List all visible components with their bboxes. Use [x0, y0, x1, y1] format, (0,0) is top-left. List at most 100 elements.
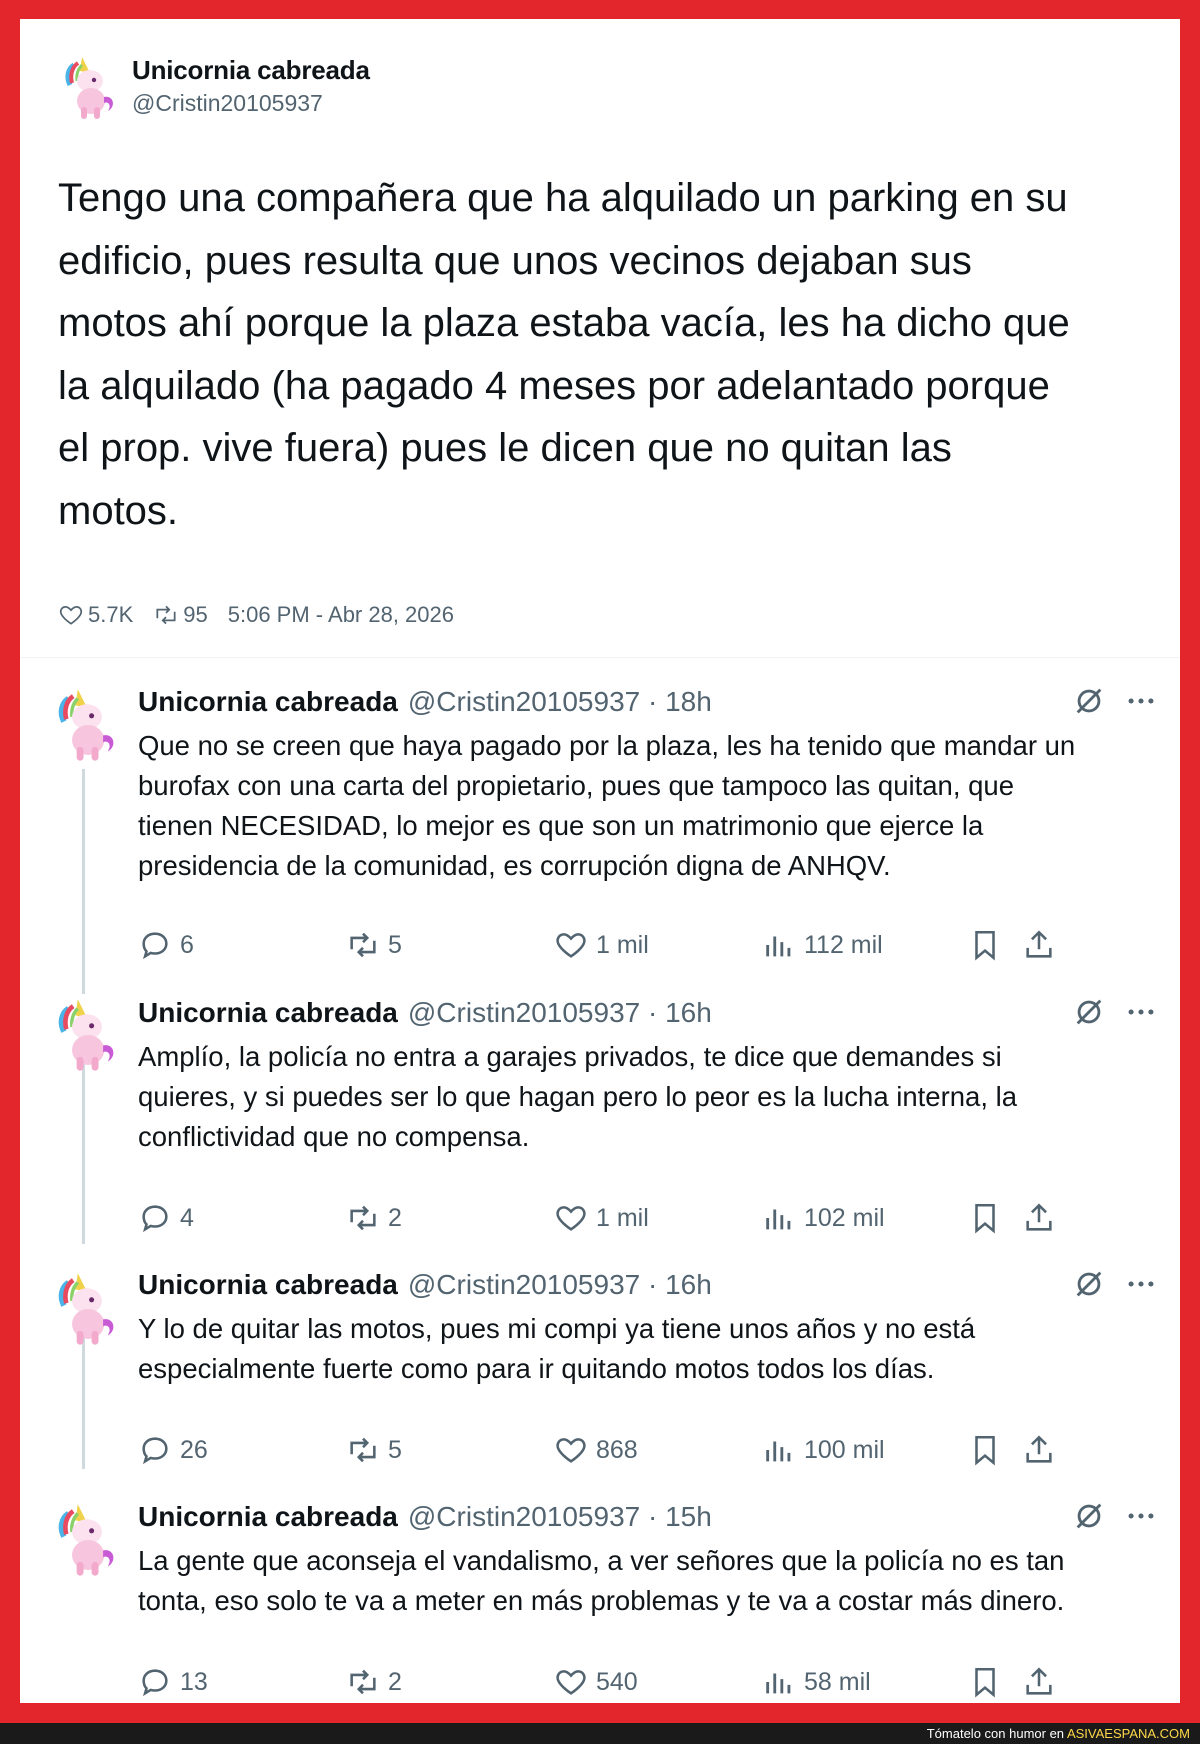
main-tweet-line: el prop. vive fuera) pues le dicen que n…	[58, 426, 952, 470]
more-options-icon[interactable]	[1124, 1267, 1158, 1301]
reply-line: Y lo de quitar las motos, pues mi compi …	[138, 1313, 976, 1344]
share-button[interactable]	[1022, 1433, 1064, 1467]
heart-icon	[556, 1206, 586, 1231]
user-avatar[interactable]	[52, 1502, 122, 1578]
reply-line: conflictividad que no compensa.	[138, 1121, 530, 1152]
share-button[interactable]	[1022, 928, 1064, 962]
reply-line: especialmente fuerte como para ir quitan…	[138, 1353, 935, 1384]
retweet-icon	[156, 605, 176, 625]
retweet-button[interactable]: 5	[346, 928, 402, 962]
share-icon	[1026, 1667, 1052, 1695]
retweet-stat[interactable]: 95	[153, 602, 208, 628]
retweet-icon	[350, 1669, 376, 1695]
main-tweet-line: edificio, pues resulta que unos vecinos …	[58, 238, 972, 283]
reply-button[interactable]: 4	[138, 1201, 194, 1235]
views-count: 58 mil	[804, 1667, 871, 1696]
reply-line: burofax con una carta del propietario, p…	[138, 770, 1014, 801]
views-count: 100 mil	[804, 1435, 885, 1464]
retweet-icon	[350, 1437, 376, 1463]
reply-button[interactable]: 26	[138, 1433, 208, 1467]
user-avatar[interactable]	[60, 55, 120, 121]
reply-author-name[interactable]: Unicornia cabreada	[138, 686, 398, 718]
divider	[20, 657, 1180, 658]
retweet-icon	[350, 1205, 376, 1231]
views-button[interactable]: 58 mil	[762, 1665, 871, 1699]
reply-actions: 26 5 868 100 mil	[138, 1433, 1178, 1473]
views-icon	[766, 1673, 791, 1694]
like-button[interactable]: 868	[554, 1433, 638, 1467]
grok-icon[interactable]	[1072, 1499, 1106, 1533]
reply-handle-time[interactable]: @Cristin20105937 · 16h	[408, 997, 712, 1029]
retweet-icon	[350, 932, 376, 958]
heart-icon	[556, 1438, 586, 1463]
reply-line: Que no se creen que haya pagado por la p…	[138, 730, 1076, 761]
thread-connector	[82, 1064, 85, 1244]
main-author-name[interactable]: Unicornia cabreada	[132, 55, 370, 86]
comment-icon	[142, 1669, 168, 1697]
share-icon	[1026, 930, 1052, 958]
like-stat[interactable]: 5.7K	[58, 602, 133, 628]
grok-icon[interactable]	[1072, 995, 1106, 1029]
retweet-button[interactable]: 2	[346, 1201, 402, 1235]
like-button[interactable]: 540	[554, 1665, 638, 1699]
reply-line: presidencia de la comunidad, es corrupci…	[138, 850, 891, 881]
reply-actions: 4 2 1 mil 102 mil	[138, 1201, 1178, 1241]
reply-actions: 6 5 1 mil 112 mil	[138, 928, 1178, 968]
user-avatar[interactable]	[52, 687, 122, 763]
retweet-button[interactable]: 5	[346, 1433, 402, 1467]
like-button[interactable]: 1 mil	[554, 1201, 649, 1235]
share-button[interactable]	[1022, 1201, 1064, 1235]
share-button[interactable]	[1022, 1665, 1064, 1699]
retweet-button[interactable]: 2	[346, 1665, 402, 1699]
reply-text: Y lo de quitar las motos, pues mi compi …	[138, 1309, 1168, 1389]
grok-icon[interactable]	[1072, 1267, 1106, 1301]
user-avatar[interactable]	[52, 997, 122, 1073]
main-tweet-line: motos ahí porque la plaza estaba vacía, …	[58, 301, 1070, 345]
grok-icon[interactable]	[1072, 684, 1106, 718]
reply-button[interactable]: 13	[138, 1665, 208, 1699]
heart-icon	[59, 606, 83, 625]
bookmark-icon	[975, 930, 995, 961]
views-button[interactable]: 100 mil	[762, 1433, 885, 1467]
main-author-handle[interactable]: @Cristin20105937	[132, 90, 323, 117]
reply-line: Amplío, la policía no entra a garajes pr…	[138, 1041, 1002, 1072]
share-icon	[1026, 1203, 1052, 1231]
bookmark-icon	[975, 1203, 995, 1234]
more-options-icon[interactable]	[1124, 1499, 1158, 1533]
bookmark-icon	[975, 1435, 995, 1466]
views-button[interactable]: 102 mil	[762, 1201, 885, 1235]
reply-count: 6	[180, 930, 194, 959]
views-icon	[766, 1209, 791, 1230]
reply-line: tienen NECESIDAD, lo mejor es que son un…	[138, 810, 984, 841]
thread-card: Unicornia cabreada @Cristin20105937 Teng…	[20, 19, 1180, 1703]
more-options-icon[interactable]	[1124, 684, 1158, 718]
bookmark-button[interactable]	[968, 928, 1010, 962]
footer-site-link[interactable]: ASIVAESPANA.COM	[1067, 1726, 1190, 1741]
views-button[interactable]: 112 mil	[762, 928, 883, 962]
bookmark-button[interactable]	[968, 1201, 1010, 1235]
views-count: 112 mil	[804, 930, 883, 959]
reply-author-name[interactable]: Unicornia cabreada	[138, 997, 398, 1029]
reply-actions: 13 2 540 58 mil	[138, 1665, 1178, 1703]
bookmark-button[interactable]	[968, 1433, 1010, 1467]
reply-line: La gente que aconseja el vandalismo, a v…	[138, 1545, 1065, 1576]
thread-connector	[82, 769, 85, 994]
comment-icon	[142, 932, 168, 960]
user-avatar[interactable]	[52, 1271, 122, 1347]
heart-icon	[556, 1670, 586, 1695]
reply-handle-time[interactable]: @Cristin20105937 · 15h	[408, 1501, 712, 1533]
tweet-timestamp[interactable]: 5:06 PM - Abr 28, 2026	[228, 602, 454, 628]
reply-button[interactable]: 6	[138, 928, 194, 962]
reply-handle-time[interactable]: @Cristin20105937 · 16h	[408, 1269, 712, 1301]
like-count: 5.7K	[88, 602, 134, 627]
main-tweet-meta: 5.7K 95 5:06 PM - Abr 28, 2026	[58, 602, 454, 628]
more-options-icon[interactable]	[1124, 995, 1158, 1029]
bookmark-button[interactable]	[968, 1665, 1010, 1699]
retweet-count: 95	[183, 602, 208, 627]
like-button[interactable]: 1 mil	[554, 928, 649, 962]
like-count: 540	[596, 1667, 638, 1696]
comment-icon	[142, 1205, 168, 1233]
reply-handle-time[interactable]: @Cristin20105937 · 18h	[408, 686, 712, 718]
reply-author-name[interactable]: Unicornia cabreada	[138, 1269, 398, 1301]
reply-author-name[interactable]: Unicornia cabreada	[138, 1501, 398, 1533]
